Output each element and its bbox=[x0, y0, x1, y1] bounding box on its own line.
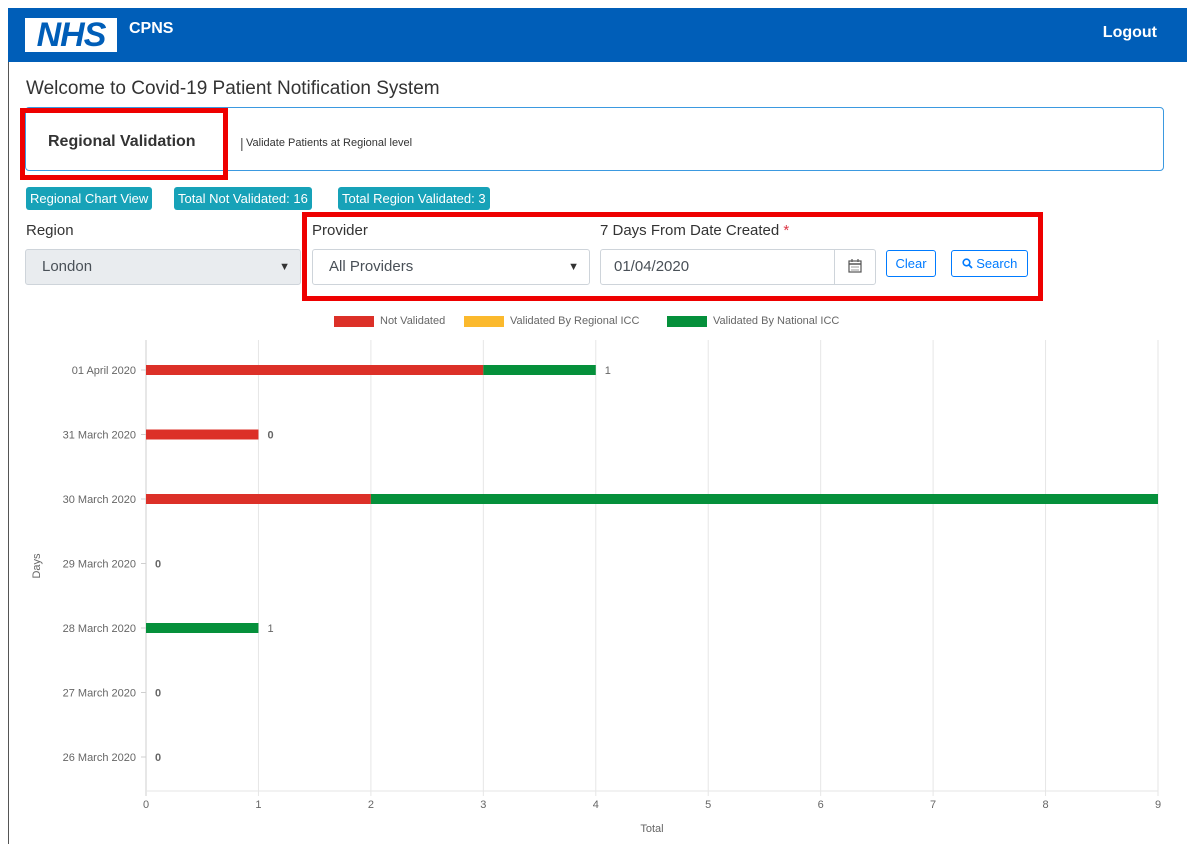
bar-segment bbox=[146, 494, 371, 504]
x-tick-label: 2 bbox=[368, 799, 374, 811]
stacked-bar-chart: 0 1 2 3 4 5 6 7 8 9 Total Days 01 April 2020 1 31 Marc… bbox=[31, 340, 1161, 835]
y-tick-label: 28 March 2020 bbox=[63, 623, 136, 635]
bar-end-label: 0 bbox=[267, 430, 273, 442]
bar-segment bbox=[146, 365, 484, 375]
y-tick-label: 27 March 2020 bbox=[63, 688, 136, 700]
y-axis-title: Days bbox=[31, 553, 43, 579]
bar-end-label: 0 bbox=[155, 688, 161, 700]
x-tick-label: 5 bbox=[705, 799, 711, 811]
x-tick-label: 1 bbox=[255, 799, 261, 811]
bar-segment bbox=[483, 365, 596, 375]
bar-end-label: 0 bbox=[155, 559, 161, 571]
x-tick-label: 9 bbox=[1155, 799, 1161, 811]
bar-end-label: 1 bbox=[267, 623, 273, 635]
bar-segment bbox=[146, 623, 259, 633]
bar-end-label: 1 bbox=[605, 365, 611, 377]
y-tick-label: 26 March 2020 bbox=[63, 752, 136, 764]
x-tick-label: 8 bbox=[1042, 799, 1048, 811]
x-tick-label: 4 bbox=[593, 799, 599, 811]
bar-end-label: 0 bbox=[155, 752, 161, 764]
y-tick-label: 31 March 2020 bbox=[63, 430, 136, 442]
y-tick-label: 01 April 2020 bbox=[72, 365, 136, 377]
y-tick-label: 30 March 2020 bbox=[63, 494, 136, 506]
bar-segment bbox=[146, 429, 259, 440]
x-axis-title: Total bbox=[640, 823, 663, 835]
y-tick-label: 29 March 2020 bbox=[63, 559, 136, 571]
x-tick-label: 0 bbox=[143, 799, 149, 811]
x-tick-label: 3 bbox=[480, 799, 486, 811]
bar-segment bbox=[370, 494, 1158, 504]
x-tick-label: 6 bbox=[818, 799, 824, 811]
x-tick-label: 7 bbox=[930, 799, 936, 811]
